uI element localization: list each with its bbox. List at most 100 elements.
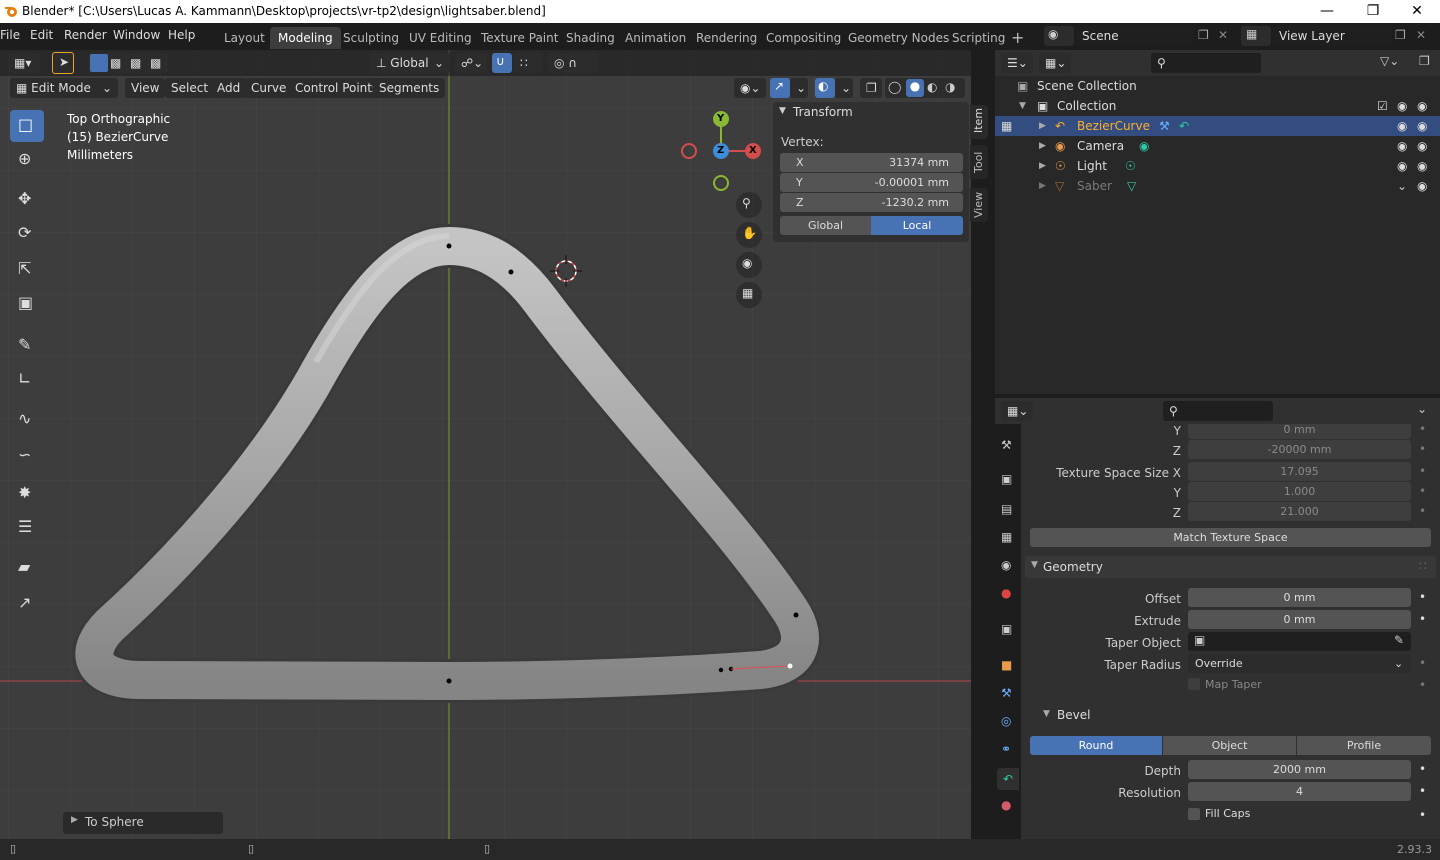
chevron-down-icon[interactable]: ⌄ xyxy=(1417,402,1427,416)
menu-file[interactable]: File xyxy=(0,28,20,42)
control-point[interactable] xyxy=(446,243,452,249)
select-invert-icon[interactable]: ▩ xyxy=(150,56,161,70)
material-tab-icon[interactable]: ● xyxy=(1001,798,1011,812)
gizmo-dropdown[interactable]: ⌄ xyxy=(790,78,808,98)
texture-space-loc-y-field[interactable]: 0 mm xyxy=(1188,424,1411,439)
tab-rendering[interactable]: Rendering xyxy=(688,27,765,49)
sidebar-tab-view[interactable]: View xyxy=(970,188,988,222)
eye-icon[interactable]: ◉ xyxy=(1397,116,1407,136)
tab-modeling[interactable]: Modeling xyxy=(270,27,341,49)
keyframe-dot-icon[interactable]: • xyxy=(1419,484,1426,498)
keyframe-dot-icon[interactable]: • xyxy=(1419,424,1426,436)
extrude-field[interactable]: 0 mm xyxy=(1188,610,1411,629)
add-workspace-icon[interactable]: + xyxy=(1011,28,1024,47)
tool-draw[interactable]: ∿ xyxy=(10,404,44,436)
expand-arrow-icon[interactable]: ▶ xyxy=(1039,136,1046,156)
local-toggle[interactable]: Local xyxy=(871,216,963,235)
new-view-layer-icon[interactable]: ❐ xyxy=(1395,28,1406,42)
outliner-row-saber[interactable]: ▶ ▽ Saber ▽ ⌄ ◉ xyxy=(995,176,1440,196)
tab-layout[interactable]: Layout xyxy=(216,27,273,49)
collection-tab-icon[interactable]: ▣ xyxy=(1001,622,1012,636)
constraint-tab-icon[interactable]: ⚭ xyxy=(1001,742,1011,756)
menu-select[interactable]: Select xyxy=(165,78,215,98)
keyframe-dot-icon[interactable]: • xyxy=(1419,464,1426,478)
eye-hidden-icon[interactable]: ⌄ xyxy=(1397,176,1407,196)
editor-type-button[interactable]: ▦▾ xyxy=(8,53,40,73)
menu-edit[interactable]: Edit xyxy=(30,28,53,42)
select-subtract-icon[interactable]: ▩ xyxy=(130,56,141,70)
rendered-shading-icon[interactable]: ◑ xyxy=(945,80,955,94)
taper-radius-dropdown[interactable]: Override ⌄ xyxy=(1188,654,1411,673)
tab-geometry-nodes[interactable]: Geometry Nodes xyxy=(840,27,957,49)
snap-toggle[interactable]: ∪ xyxy=(492,53,512,73)
eye-icon[interactable]: ◉ xyxy=(1397,136,1407,156)
sidebar-tab-item[interactable]: Item xyxy=(970,105,988,139)
curve-data-tab-icon[interactable]: ↶ xyxy=(997,768,1019,790)
camera-view-button[interactable]: ◉ xyxy=(736,252,762,278)
scene-browse-button[interactable]: ◉ xyxy=(1044,26,1074,46)
taper-object-field[interactable]: ▣ ✎ xyxy=(1188,632,1411,651)
view-layer-field[interactable]: View Layer xyxy=(1273,26,1391,46)
keyframe-dot-icon[interactable]: • xyxy=(1419,590,1426,604)
solid-shading-icon[interactable]: ● xyxy=(906,79,924,97)
xray-toggle[interactable]: ❐ xyxy=(860,78,882,98)
keyframe-dot-icon[interactable]: • xyxy=(1419,442,1426,456)
tool-measure[interactable]: ∟ xyxy=(10,364,44,396)
wireframe-shading-icon[interactable]: ◯ xyxy=(888,80,901,94)
tool-rotate[interactable]: ⟳ xyxy=(10,218,44,250)
menu-curve[interactable]: Curve xyxy=(245,78,293,98)
tab-animation[interactable]: Animation xyxy=(617,27,694,49)
bevel-panel-header[interactable]: ▼ Bevel xyxy=(1035,706,1430,726)
bevel-depth-field[interactable]: 2000 mm xyxy=(1188,760,1411,779)
texture-space-size-y-field[interactable]: 1.000 xyxy=(1188,482,1411,501)
transform-header[interactable]: Transform xyxy=(793,105,853,119)
properties-editor-type[interactable]: ▦⌄ xyxy=(1001,401,1033,421)
select-extend-icon[interactable]: ▩ xyxy=(110,56,121,70)
texture-space-size-z-field[interactable]: 21.000 xyxy=(1188,502,1411,521)
tab-uv-editing[interactable]: UV Editing xyxy=(401,27,480,49)
properties-search-input[interactable]: ⚲ xyxy=(1163,401,1273,421)
keyframe-dot-icon[interactable]: • xyxy=(1419,762,1426,776)
control-point[interactable] xyxy=(446,678,452,684)
menu-window[interactable]: Window xyxy=(113,28,160,42)
material-shading-icon[interactable]: ◐ xyxy=(927,80,937,94)
expand-arrow-icon[interactable]: ▶ xyxy=(1039,116,1046,136)
select-tool-button[interactable]: ➤ xyxy=(52,52,74,74)
tab-texture-paint[interactable]: Texture Paint xyxy=(473,27,566,49)
keyframe-dot-icon[interactable]: • xyxy=(1419,656,1426,670)
minimize-button[interactable]: — xyxy=(1304,0,1350,23)
menu-render[interactable]: Render xyxy=(64,28,107,42)
shading-group[interactable]: ◯ ● ◐ ◑ xyxy=(885,78,965,98)
tab-sculpting[interactable]: Sculpting xyxy=(335,27,407,49)
texture-space-size-x-field[interactable]: 17.095 xyxy=(1188,462,1411,481)
tool-cursor[interactable]: ⊕ xyxy=(10,144,44,176)
bevel-mode-profile[interactable]: Profile xyxy=(1297,736,1431,755)
overlay-toggle[interactable]: ◐ xyxy=(815,78,835,98)
scene-tab-icon[interactable]: ◉ xyxy=(1001,558,1011,572)
proportional-edit-group[interactable]: ◎ ∩ xyxy=(548,53,598,73)
keyframe-dot-icon[interactable]: • xyxy=(1419,612,1426,626)
offset-field[interactable]: 0 mm xyxy=(1188,588,1411,607)
overlay-dropdown[interactable]: ⌄ xyxy=(835,78,853,98)
edit-mode-icon[interactable]: ▦ xyxy=(1001,116,1012,136)
tool-vertex[interactable]: ↗ xyxy=(10,588,44,620)
ortho-toggle-button[interactable]: ▦ xyxy=(736,282,762,308)
bevel-mode-round[interactable]: Round xyxy=(1030,736,1162,755)
outliner-editor-type[interactable]: ☰⌄ xyxy=(1001,53,1033,73)
vertex-y-field[interactable]: Y -0.00001 mm xyxy=(780,173,963,192)
eye-icon[interactable]: ◉ xyxy=(1397,96,1407,116)
outliner-row-light[interactable]: ▶ ☉ Light ☉ ◉ ◉ xyxy=(995,156,1440,176)
orientation-dropdown[interactable]: ⊥ Global ⌄ xyxy=(370,53,450,73)
output-tab-icon[interactable]: ▤ xyxy=(1001,502,1012,516)
tab-shading[interactable]: Shading xyxy=(558,27,623,49)
pivot-dropdown[interactable]: ☍⌄ xyxy=(455,53,487,73)
fill-caps-checkbox[interactable] xyxy=(1188,808,1200,820)
tool-scale[interactable]: ⇱ xyxy=(10,254,44,286)
tab-compositing[interactable]: Compositing xyxy=(758,27,849,49)
map-taper-checkbox[interactable] xyxy=(1188,678,1200,690)
last-operator-panel[interactable]: ▶ To Sphere xyxy=(63,812,223,834)
object-tab-icon[interactable]: ■ xyxy=(1001,658,1012,672)
control-point[interactable] xyxy=(718,667,724,673)
outliner-row-scene-collection[interactable]: ▣ Scene Collection xyxy=(995,76,1440,96)
keyframe-dot-icon[interactable]: • xyxy=(1419,678,1426,692)
